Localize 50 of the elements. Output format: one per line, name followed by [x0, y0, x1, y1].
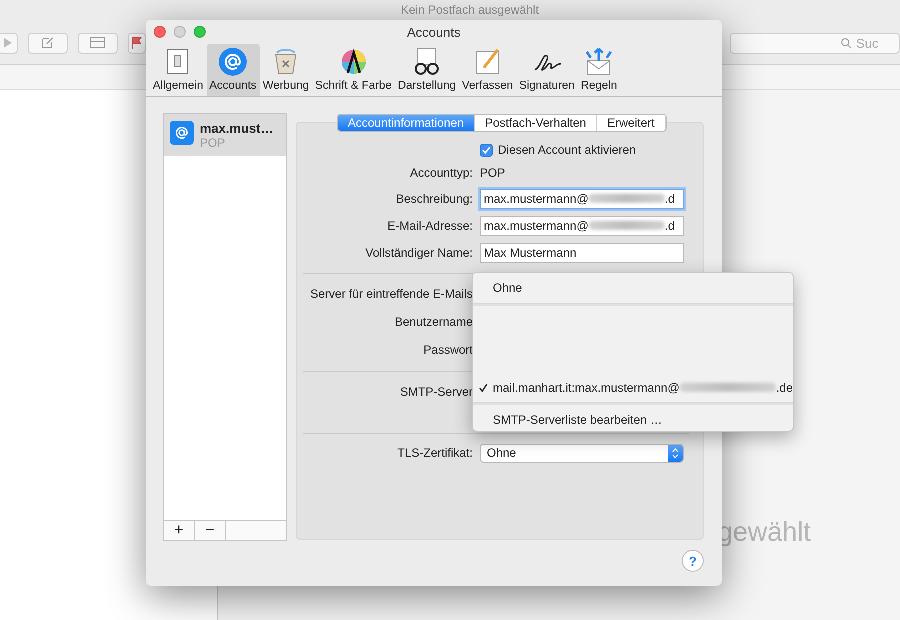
- search-icon: [841, 38, 852, 48]
- menu-item[interactable]: SMTP-Serverliste bearbeiten …: [473, 408, 793, 431]
- field-label: Vollständiger Name:: [366, 246, 473, 260]
- flag-button[interactable]: [128, 32, 146, 54]
- menu-item[interactable]: mail.manhart.it:max.mustermann@ .de: [473, 376, 793, 400]
- field-value: POP: [480, 166, 506, 180]
- help-button[interactable]: ?: [682, 550, 704, 572]
- checkbox[interactable]: [480, 144, 493, 156]
- archive-icon: [90, 37, 106, 49]
- close-button[interactable]: [154, 26, 166, 38]
- input-field[interactable]: max.mustermann@ .d: [480, 216, 684, 236]
- toolbar-tab[interactable]: Regeln: [578, 44, 620, 96]
- field-label: Passwort: [424, 343, 473, 357]
- stepper-icon: [672, 448, 679, 458]
- input-field[interactable]: max.mustermann@ .d: [480, 188, 684, 208]
- window-title: Kein Postfach ausgewählt: [400, 3, 540, 19]
- toolbar-tab[interactable]: Accounts: [206, 44, 260, 96]
- at-sign-icon: [217, 46, 250, 78]
- window-title: Accounts: [406, 25, 462, 40]
- back-button[interactable]: [0, 32, 18, 54]
- flag-icon: [132, 37, 142, 49]
- field-label: Beschreibung:: [396, 192, 473, 206]
- at-sign-icon: [170, 121, 194, 145]
- archive-button[interactable]: [78, 32, 118, 54]
- field-label: E-Mail-Adresse:: [388, 218, 473, 232]
- arrow-icon: [4, 38, 12, 48]
- field-label: SMTP-Server: [400, 385, 473, 399]
- compose-icon: [41, 36, 55, 50]
- toolbar-tab[interactable]: Darstellung: [394, 44, 460, 96]
- toolbar-tab[interactable]: Allgemein: [150, 44, 206, 96]
- menu-item[interactable]: Ohne: [473, 277, 793, 300]
- field-label: TLS-Zertifikat:: [398, 446, 473, 460]
- checkbox-label: Diesen Account aktivieren: [498, 143, 636, 157]
- minimize-button[interactable]: [174, 26, 186, 38]
- remove-button[interactable]: −: [195, 521, 226, 540]
- toolbar-tab[interactable]: Werbung: [260, 44, 312, 96]
- input-field[interactable]: Max Mustermann: [480, 242, 684, 262]
- compose-button[interactable]: [28, 32, 68, 54]
- account-name: max.must…: [200, 121, 274, 136]
- account-type: POP: [200, 136, 226, 150]
- field-label: Server für eintreffende E-Mails: [310, 287, 473, 301]
- toolbar-tab[interactable]: Signaturen: [516, 44, 578, 96]
- add-button[interactable]: +: [164, 521, 195, 540]
- popup-button[interactable]: Ohne: [480, 444, 684, 462]
- toolbar-tab[interactable]: Schrift & Farbe: [312, 44, 395, 96]
- field-label: Accounttyp:: [410, 166, 473, 180]
- zoom-button[interactable]: [194, 26, 206, 38]
- toolbar-tab[interactable]: Verfassen: [459, 44, 516, 96]
- account-item[interactable]: max.must… POP: [164, 114, 286, 156]
- field-label: Benutzername: [394, 315, 473, 329]
